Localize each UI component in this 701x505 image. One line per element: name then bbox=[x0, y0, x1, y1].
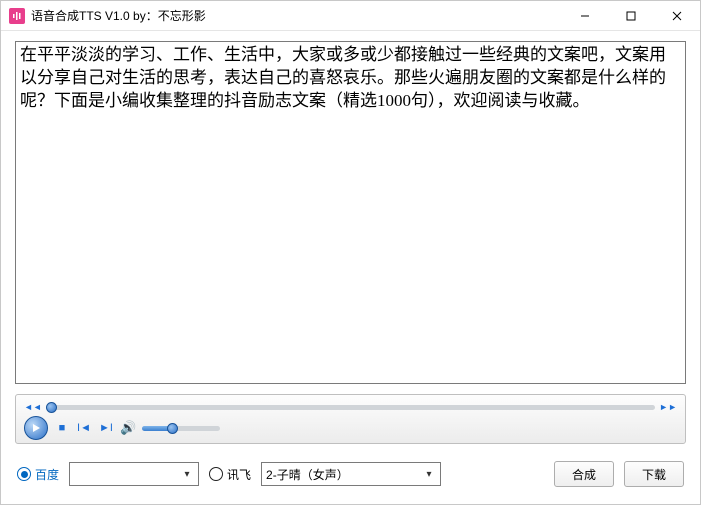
app-icon bbox=[9, 8, 25, 24]
radio-icon bbox=[209, 467, 223, 481]
close-button[interactable] bbox=[654, 1, 700, 30]
app-window: 语音合成TTS V1.0 by：不忘形影 ◄◄ ►► ■ І◄ bbox=[0, 0, 701, 505]
xunfei-voice-value: 2-子晴（女声） bbox=[266, 466, 422, 483]
stop-button[interactable]: ■ bbox=[54, 422, 70, 434]
baidu-voice-combo[interactable]: ▾ bbox=[69, 462, 199, 486]
audio-player: ◄◄ ►► ■ І◄ ►І 🔊 bbox=[15, 394, 686, 444]
prev-track-button[interactable]: І◄ bbox=[76, 422, 92, 434]
seek-thumb[interactable] bbox=[46, 402, 57, 413]
content-area: ◄◄ ►► ■ І◄ ►І 🔊 bbox=[1, 31, 700, 504]
seek-slider[interactable] bbox=[46, 405, 655, 410]
synthesize-button[interactable]: 合成 bbox=[554, 461, 614, 487]
engine-baidu-radio[interactable]: 百度 bbox=[17, 466, 59, 483]
engine-xunfei-radio[interactable]: 讯飞 bbox=[209, 466, 251, 483]
rewind-icon[interactable]: ◄◄ bbox=[24, 402, 42, 412]
download-button[interactable]: 下载 bbox=[624, 461, 684, 487]
window-title: 语音合成TTS V1.0 by：不忘形影 bbox=[31, 7, 206, 24]
minimize-button[interactable] bbox=[562, 1, 608, 30]
maximize-button[interactable] bbox=[608, 1, 654, 30]
window-controls bbox=[562, 1, 700, 30]
chevron-down-icon: ▾ bbox=[422, 469, 436, 480]
chevron-down-icon: ▾ bbox=[180, 469, 194, 480]
volume-thumb[interactable] bbox=[167, 423, 178, 434]
volume-icon[interactable]: 🔊 bbox=[120, 420, 136, 436]
fastforward-icon[interactable]: ►► bbox=[659, 402, 677, 412]
volume-slider[interactable] bbox=[142, 426, 220, 431]
play-button[interactable] bbox=[24, 416, 48, 440]
seek-row: ◄◄ ►► bbox=[24, 399, 677, 415]
bottom-controls: 百度 ▾ 讯飞 2-子晴（女声） ▾ 合成 下载 bbox=[15, 452, 686, 496]
next-track-button[interactable]: ►І bbox=[98, 422, 114, 434]
radio-icon bbox=[17, 467, 31, 481]
controls-row: ■ І◄ ►І 🔊 bbox=[24, 415, 677, 441]
titlebar: 语音合成TTS V1.0 by：不忘形影 bbox=[1, 1, 700, 31]
xunfei-voice-combo[interactable]: 2-子晴（女声） ▾ bbox=[261, 462, 441, 486]
engine-xunfei-label: 讯飞 bbox=[227, 466, 251, 483]
text-input[interactable] bbox=[15, 41, 686, 384]
engine-baidu-label: 百度 bbox=[35, 466, 59, 483]
